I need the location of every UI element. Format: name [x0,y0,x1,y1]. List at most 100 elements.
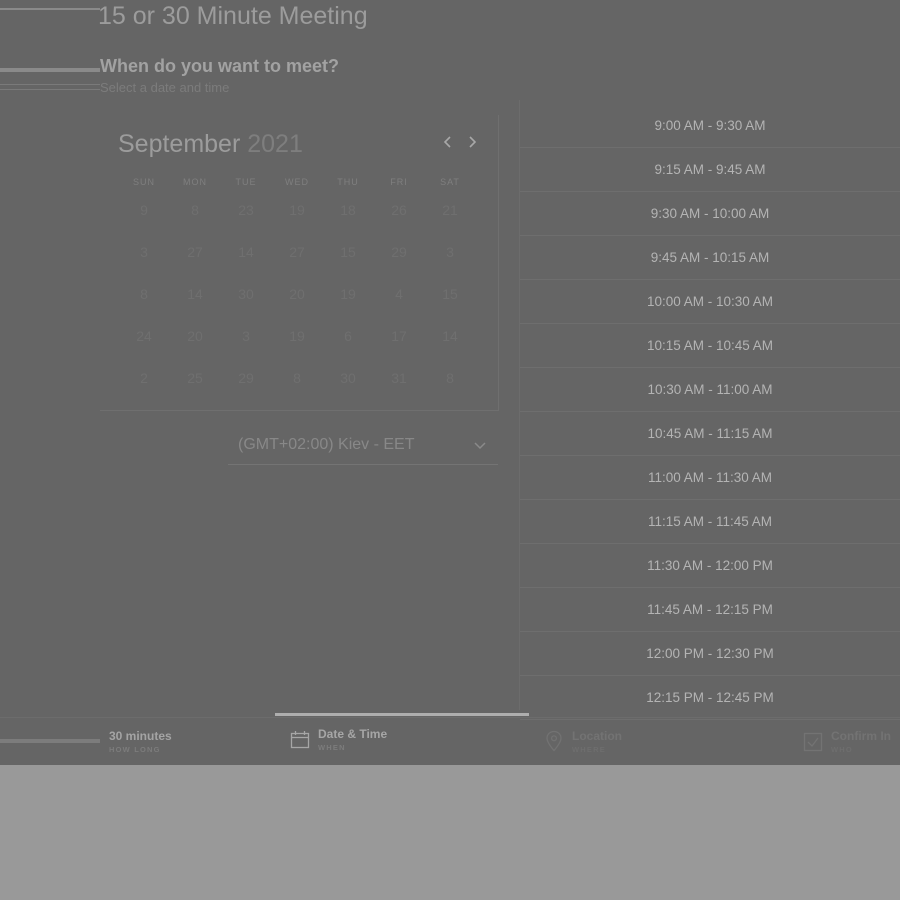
calendar-day[interactable]: 9 [124,202,164,218]
weekday-header: THU [337,177,359,187]
calendar-day[interactable]: 25 [175,370,215,386]
sidebar-stripe [0,739,100,743]
calendar-day[interactable]: 19 [277,328,317,344]
time-slot-label: 10:45 AM - 11:15 AM [647,426,773,441]
timezone-label: (GMT+02:00) Kiev - EET [238,436,415,453]
calendar-day[interactable]: 31 [379,370,419,386]
time-slot-label: 10:30 AM - 11:00 AM [647,382,773,397]
active-step-underline [275,713,529,716]
step-confirm-sub: WHO [831,745,853,754]
time-slot[interactable]: 9:45 AM - 10:15 AM [520,236,900,280]
timezone-select[interactable]: (GMT+02:00) Kiev - EET [228,428,498,465]
time-slot[interactable]: 11:00 AM - 11:30 AM [520,456,900,500]
calendar-day[interactable]: 3 [124,244,164,260]
time-slot-label: 9:45 AM - 10:15 AM [650,250,770,265]
sidebar-stripe [0,84,100,85]
next-month-button[interactable] [465,132,479,155]
time-slot[interactable]: 9:30 AM - 10:00 AM [520,192,900,236]
time-slot[interactable]: 10:30 AM - 11:00 AM [520,368,900,412]
calendar-month: September [118,130,241,158]
calendar-day[interactable]: 19 [277,202,317,218]
calendar-day[interactable]: 8 [430,370,470,386]
time-slot-label: 9:15 AM - 9:45 AM [654,162,766,177]
step-confirm-title: Confirm In [831,729,891,743]
calendar-day[interactable]: 4 [379,286,419,302]
calendar-year: 2021 [247,130,303,158]
calendar-day[interactable]: 6 [328,328,368,344]
calendar-day[interactable]: 3 [226,328,266,344]
time-slot-label: 11:30 AM - 12:00 PM [647,558,773,573]
step-location-sub: WHERE [572,745,606,754]
calendar-day[interactable]: 27 [277,244,317,260]
calendar-day[interactable]: 19 [328,286,368,302]
footer-divider [0,717,900,718]
calendar-day[interactable]: 14 [175,286,215,302]
calendar-day[interactable]: 8 [277,370,317,386]
calendar-day[interactable]: 29 [226,370,266,386]
calendar-day[interactable]: 17 [379,328,419,344]
calendar-day[interactable]: 24 [124,328,164,344]
time-slot[interactable]: 10:15 AM - 10:45 AM [520,324,900,368]
step-duration-sub: HOW LONG [109,745,161,754]
calendar-day[interactable]: 23 [226,202,266,218]
time-slot[interactable]: 9:15 AM - 9:45 AM [520,148,900,192]
calendar-month-heading: September 2021 [118,130,303,159]
time-slot-label: 10:15 AM - 10:45 AM [646,338,774,353]
step-date-time-title: Date & Time [318,727,388,741]
time-slot[interactable]: 10:00 AM - 10:30 AM [520,280,900,324]
checkbox-icon [803,732,823,752]
time-slot-label: 10:00 AM - 10:30 AM [646,294,774,309]
time-slot-label: 12:00 PM - 12:30 PM [646,646,774,661]
weekday-header: MON [183,177,207,187]
map-pin-icon [546,730,562,752]
prev-month-button[interactable] [441,132,455,155]
chevron-left-icon [443,136,451,148]
time-slot[interactable]: 10:45 AM - 11:15 AM [520,412,900,456]
calendar-day[interactable]: 30 [226,286,266,302]
step-duration-title: 30 minutes [109,729,172,743]
time-slot-label: 11:00 AM - 11:30 AM [647,470,773,485]
time-slot[interactable]: 11:45 AM - 12:15 PM [520,588,900,632]
calendar-day[interactable]: 8 [175,202,215,218]
time-slot-label: 11:45 AM - 12:15 PM [647,602,773,617]
time-slot[interactable]: 11:15 AM - 11:45 AM [520,500,900,544]
time-slot[interactable]: 9:00 AM - 9:30 AM [520,104,900,148]
time-slot-label: 9:30 AM - 10:00 AM [650,206,770,221]
calendar-day[interactable]: 15 [328,244,368,260]
step-location-title: Location [572,729,622,743]
calendar-day[interactable]: 2 [124,370,164,386]
question-heading: When do you want to meet? [100,56,339,76]
calendar-day[interactable]: 14 [226,244,266,260]
calendar-day[interactable]: 3 [430,244,470,260]
calendar-day[interactable]: 27 [175,244,215,260]
weekday-header: FRI [390,177,408,187]
calendar-day[interactable]: 26 [379,202,419,218]
weekday-header: WED [285,177,309,187]
sidebar-stripe [0,68,100,72]
time-slot-label: 11:15 AM - 11:45 AM [647,514,773,529]
calendar-day[interactable]: 20 [277,286,317,302]
instruction-text: Select a date and time [100,80,230,95]
time-slot-label: 9:00 AM - 9:30 AM [654,118,766,133]
weekday-header: SUN [132,177,155,187]
calendar-day[interactable]: 21 [430,202,470,218]
booking-app: 15 or 30 Minute Meeting When do you want… [0,0,900,765]
calendar-day[interactable]: 14 [430,328,470,344]
calendar-day[interactable]: 20 [175,328,215,344]
calendar-day[interactable]: 18 [328,202,368,218]
weekday-header: TUE [235,177,257,187]
sidebar-stripe [0,89,100,90]
time-slot[interactable]: 12:15 PM - 12:45 PM [520,676,900,720]
weekday-header: SAT [440,177,460,187]
calendar-day[interactable]: 8 [124,286,164,302]
time-slot[interactable]: 12:00 PM - 12:30 PM [520,632,900,676]
step-date-time-sub: WHEN [318,743,346,752]
sidebar-stripe [0,8,100,10]
calendar-panel [100,115,499,411]
calendar-day[interactable]: 15 [430,286,470,302]
calendar-day[interactable]: 29 [379,244,419,260]
time-slot[interactable]: 11:30 AM - 12:00 PM [520,544,900,588]
calendar-day[interactable]: 30 [328,370,368,386]
calendar-icon [290,731,310,749]
time-slot-label: 12:15 PM - 12:45 PM [646,690,774,705]
